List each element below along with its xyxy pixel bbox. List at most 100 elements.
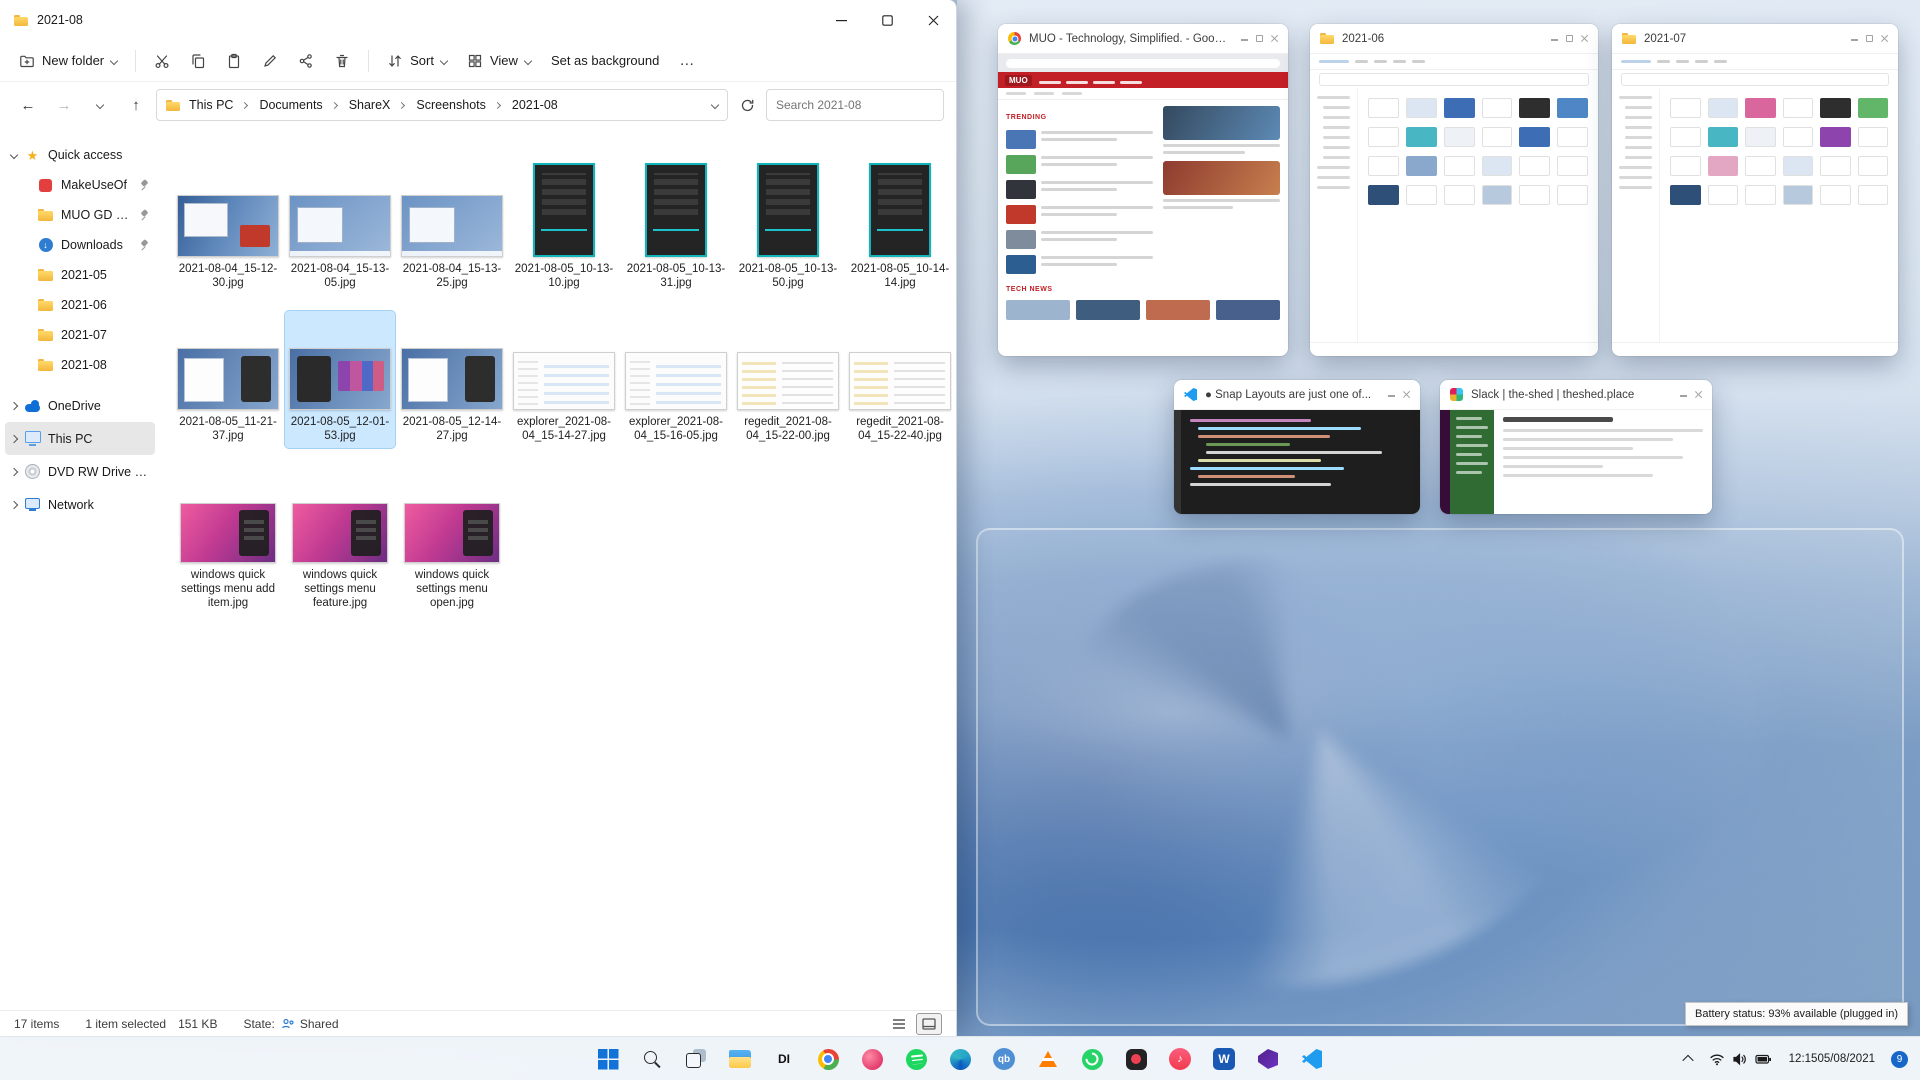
sidebar-item[interactable]: 2021-05 [5,260,155,290]
sidebar-item[interactable]: 2021-08 [5,350,155,380]
file-tile[interactable]: 2021-08-05_10-13-10.jpg [509,158,619,295]
file-name: 2021-08-05_11-21-37.jpg [179,415,277,443]
hidden-icons-button[interactable] [1680,1039,1696,1079]
view-button[interactable]: View [458,46,540,76]
file-tile[interactable]: regedit_2021-08-04_15-22-00.jpg [733,311,843,448]
rename-button[interactable] [253,46,287,76]
sidebar-root-item[interactable]: Network [5,488,155,521]
sidebar-root-item[interactable]: DVD RW Drive (D:) A [5,455,155,488]
taskbar-file-explorer-button[interactable] [719,1039,761,1079]
search-input[interactable] [766,89,944,121]
snap-preview-muo-chrome[interactable]: MUO - Technology, Simplified. - Goog... … [998,24,1288,356]
address-bar[interactable]: This PC Documents ShareX Screenshots 202… [156,89,728,121]
address-dropdown-icon[interactable] [710,100,720,110]
taskbar-itunes-button[interactable]: ♪ [1159,1039,1201,1079]
taskbar-task-view-button[interactable] [675,1039,717,1079]
file-tile[interactable]: 2021-08-04_15-13-05.jpg [285,158,395,295]
file-tile[interactable]: 2021-08-04_15-13-25.jpg [397,158,507,295]
breadcrumb-segment[interactable]: This PC [184,98,252,112]
cut-button[interactable] [145,46,179,76]
taskbar-edge-button[interactable] [939,1039,981,1079]
file-tile[interactable]: windows quick settings menu feature.jpg [285,464,395,615]
chevron-right-icon[interactable] [9,434,19,443]
new-folder-button[interactable]: New folder [10,46,126,76]
file-name: 2021-08-05_12-01-53.jpg [290,415,390,443]
breadcrumb-segment[interactable]: 2021-08 [507,98,563,112]
file-tile[interactable]: 2021-08-04_15-12-30.jpg [173,158,283,295]
network-volume-battery-button[interactable] [1704,1039,1777,1079]
chevron-right-icon[interactable] [9,467,19,476]
taskbar-vlc-button[interactable] [1027,1039,1069,1079]
forward-button[interactable]: → [48,89,80,121]
recent-locations-button[interactable] [84,89,116,121]
snap-preview-explorer-2021-06[interactable]: 2021-06 [1310,24,1598,356]
sort-button[interactable]: Sort [378,46,456,76]
paste-button[interactable] [217,46,251,76]
sidebar-quick-access[interactable]: Quick access [5,140,155,170]
taskbar-chrome-button[interactable] [807,1039,849,1079]
more-options-button[interactable]: … [670,45,704,76]
file-tile[interactable]: 2021-08-05_12-01-53.jpg [284,309,396,449]
close-button[interactable] [910,0,956,40]
snap-empty-zone[interactable] [976,528,1904,1026]
sidebar-root-item[interactable]: This PC [5,422,155,455]
file-tile[interactable]: 2021-08-05_11-21-37.jpg [173,311,283,448]
taskbar-start-button[interactable] [587,1039,629,1079]
minimize-button[interactable] [818,0,864,40]
file-tile[interactable]: windows quick settings menu add item.jpg [173,464,283,615]
file-tile[interactable]: 2021-08-05_10-13-50.jpg [733,158,843,295]
details-view-button[interactable] [886,1013,912,1035]
taskbar-word-button[interactable]: W [1203,1039,1245,1079]
muo-logo: MUO [1005,74,1032,86]
taskbar-search-button[interactable] [631,1039,673,1079]
clock[interactable]: 12:15 05/08/2021 [1785,1039,1879,1079]
snap-preview-vscode[interactable]: ● Snap Layouts are just one of... [1174,380,1420,514]
breadcrumb-segment[interactable]: Screenshots [411,98,504,112]
file-tile[interactable]: explorer_2021-08-04_15-14-27.jpg [509,311,619,448]
file-tile[interactable]: explorer_2021-08-04_15-16-05.jpg [621,311,731,448]
taskbar-vscode-button[interactable] [1291,1039,1333,1079]
sidebar-item[interactable]: MUO GD Screen [5,200,155,230]
taskbar-whatsapp-button[interactable] [1071,1039,1113,1079]
delete-button[interactable] [325,46,359,76]
sidebar-root-item[interactable]: OneDrive [5,389,155,422]
sidebar-item[interactable]: 2021-07 [5,320,155,350]
files-area: 2021-08-04_15-12-30.jpg 2021-08-04_15-13… [160,128,952,1010]
more-options-label: … [679,52,696,69]
file-tile[interactable]: windows quick settings menu open.jpg [397,464,507,615]
taskbar-paint-button[interactable] [851,1039,893,1079]
breadcrumb-segment[interactable]: Documents [254,98,341,112]
copy-button[interactable] [181,46,215,76]
sidebar-item[interactable]: Downloads [5,230,155,260]
sidebar-item[interactable]: MakeUseOf [5,170,155,200]
file-tile[interactable]: regedit_2021-08-04_15-22-40.jpg [845,311,952,448]
chevron-down-icon[interactable] [9,150,19,160]
delete-icon [334,53,350,69]
notification-center-button[interactable]: 9 [1887,1039,1912,1079]
wifi-icon [1710,1054,1724,1066]
file-tile[interactable]: 2021-08-05_12-14-27.jpg [397,311,507,448]
snap-preview-slack[interactable]: Slack | the-shed | theshed.place [1440,380,1712,514]
taskbar-pocket-button[interactable] [1115,1039,1157,1079]
taskbar-di-button[interactable]: DI [763,1039,805,1079]
file-tile[interactable]: 2021-08-05_10-14-14.jpg [845,158,952,295]
up-button[interactable]: ↑ [120,89,152,121]
back-button[interactable]: ← [12,89,44,121]
taskbar-spotify-button[interactable] [895,1039,937,1079]
large-icons-view-button[interactable] [916,1012,942,1035]
chevron-right-icon[interactable] [9,401,19,410]
sidebar-item[interactable]: 2021-06 [5,290,155,320]
maximize-button[interactable] [864,0,910,40]
file-tile[interactable]: 2021-08-05_10-13-31.jpg [621,158,731,295]
chevron-right-icon[interactable] [9,500,19,509]
preview-thumbnail [1440,410,1712,514]
share-button[interactable] [289,46,323,76]
set-as-background-button[interactable]: Set as background [542,46,668,75]
taskbar-visual-studio-button[interactable] [1247,1039,1289,1079]
snap-preview-explorer-2021-07[interactable]: 2021-07 [1612,24,1898,356]
taskbar-qbittorrent-button[interactable]: qb [983,1039,1025,1079]
refresh-button[interactable] [732,90,762,120]
folder-icon [37,357,54,374]
close-icon [1271,35,1278,42]
breadcrumb-segment[interactable]: ShareX [344,98,410,112]
